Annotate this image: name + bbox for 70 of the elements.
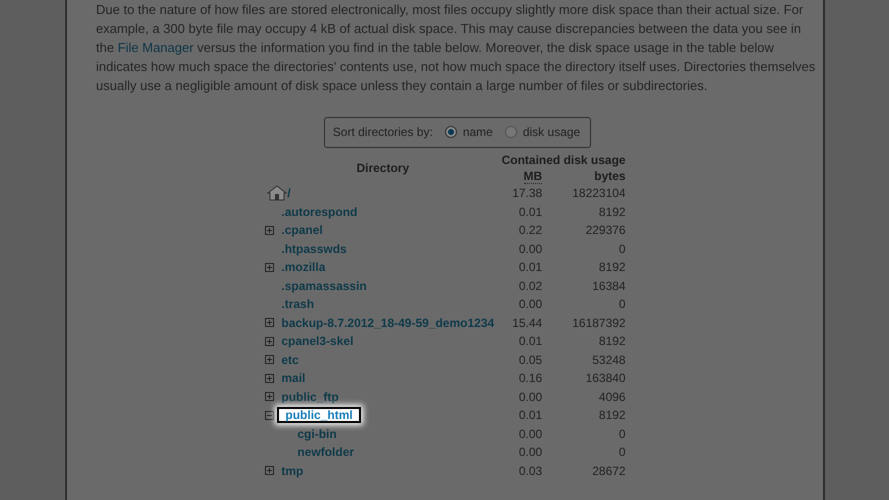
column-header: Directory bbox=[355, 160, 410, 177]
table-cell: 0 bbox=[542, 240, 626, 258]
table-cell-text: 0.02 bbox=[518, 278, 542, 295]
table-cell-text: 0.01 bbox=[518, 259, 542, 276]
table-cell-text: 0.16 bbox=[518, 370, 542, 388]
table-cell: 229376 bbox=[542, 221, 626, 240]
directory-link[interactable]: etc bbox=[281, 352, 305, 368]
directory-link[interactable]: / bbox=[287, 185, 297, 202]
table-cell: 0 bbox=[542, 295, 626, 314]
table-cell: 16187392 bbox=[542, 314, 626, 332]
column-header: Contained disk usage bbox=[500, 152, 626, 168]
directory-link[interactable]: .mozilla bbox=[281, 259, 332, 276]
directory-link[interactable]: .trash bbox=[281, 296, 320, 312]
column-header: MB bbox=[524, 169, 542, 184]
table-cell-text: 0.01 bbox=[518, 333, 542, 350]
table-cell: 4096 bbox=[542, 388, 626, 406]
table-cell-text: 0.22 bbox=[518, 222, 542, 240]
directory-link[interactable]: .autorespond bbox=[281, 204, 364, 220]
table-cell-text: 0.01 bbox=[518, 204, 542, 221]
table-cell: 8192 bbox=[542, 202, 626, 221]
table-cell: 17.38 bbox=[500, 184, 542, 202]
expand-icon[interactable] bbox=[265, 336, 274, 346]
table-cell-text: 0.05 bbox=[518, 352, 542, 369]
table-cell: 18223104 bbox=[542, 184, 626, 202]
intro-text: example, a 300 byte file may occupy 4 kB of actual disk space. This may cause discrepancies between the data you see in the File Manager versus the information you find in the table below. Moreover, the disk space usage in the table below indicates how much space the directories' contents use, not how much space the directory itself uses. Directories themselves usually use a negligible amount of disk space unless they contain a large number of files or subdirectories. bbox=[96, 20, 816, 95]
table-cell-text: 0.00 bbox=[518, 240, 542, 258]
directory-link[interactable]: newfolder bbox=[297, 444, 360, 460]
directory-link[interactable]: cgi-bin bbox=[297, 426, 343, 442]
expand-icon[interactable] bbox=[265, 466, 274, 476]
radio-label: disk usage bbox=[522, 125, 580, 139]
expand-icon[interactable] bbox=[265, 392, 274, 402]
table-cell-text: 0.00 bbox=[518, 388, 542, 406]
table-cell-text: 0.00 bbox=[518, 444, 542, 462]
table-cell: 8192 bbox=[542, 258, 626, 276]
radio-button[interactable] bbox=[504, 126, 517, 138]
intro-text: Due to the nature of how files are stored electronically, most files occupy slightly more disk space than their actual size. For bbox=[96, 1, 804, 19]
table-cell: 53248 bbox=[542, 350, 626, 369]
table-cell: 0 bbox=[542, 443, 626, 462]
table-cell: 8192 bbox=[542, 332, 626, 350]
table-cell-text: 0.01 bbox=[518, 407, 542, 424]
radio-label: name bbox=[462, 125, 493, 139]
expand-icon[interactable] bbox=[265, 318, 274, 328]
directory-link[interactable]: backup-8.7.2012_18-49-59_demo1234 bbox=[281, 314, 500, 331]
expand-icon[interactable] bbox=[265, 226, 274, 235]
table-cell-text: 0.00 bbox=[518, 426, 542, 443]
table-cell-text: 15.44 bbox=[511, 314, 542, 332]
collapse-icon[interactable] bbox=[265, 410, 274, 420]
expand-icon[interactable] bbox=[265, 355, 274, 364]
table-cell: 28672 bbox=[542, 462, 626, 480]
table-cell: 163840 bbox=[542, 369, 626, 388]
directory-link[interactable]: tmp bbox=[281, 462, 310, 479]
column-header: bytes bbox=[542, 168, 626, 184]
table-cell-text: 0.00 bbox=[518, 296, 542, 314]
table-cell: 0 bbox=[542, 424, 626, 443]
directory-link[interactable]: cpanel3-skel bbox=[281, 333, 360, 350]
directory-link[interactable]: public_html bbox=[277, 407, 361, 424]
table-cell-text: 0.03 bbox=[518, 462, 542, 480]
sort-label: Sort directories by: bbox=[332, 125, 433, 139]
radio-button[interactable] bbox=[444, 126, 457, 138]
table-cell: 8192 bbox=[542, 406, 626, 424]
expand-icon[interactable] bbox=[265, 262, 274, 272]
expand-icon[interactable] bbox=[265, 374, 274, 383]
directory-link[interactable]: .htpasswds bbox=[281, 240, 353, 257]
directory-link[interactable]: mail bbox=[281, 370, 312, 386]
table-cell: 16384 bbox=[542, 276, 626, 295]
file-manager-link[interactable]: File Manager bbox=[118, 40, 194, 55]
directory-link[interactable]: .cpanel bbox=[281, 222, 329, 238]
house-icon bbox=[267, 185, 288, 202]
directory-link[interactable]: public_ftp bbox=[281, 388, 345, 405]
directory-link[interactable]: .spamassassin bbox=[281, 278, 373, 294]
